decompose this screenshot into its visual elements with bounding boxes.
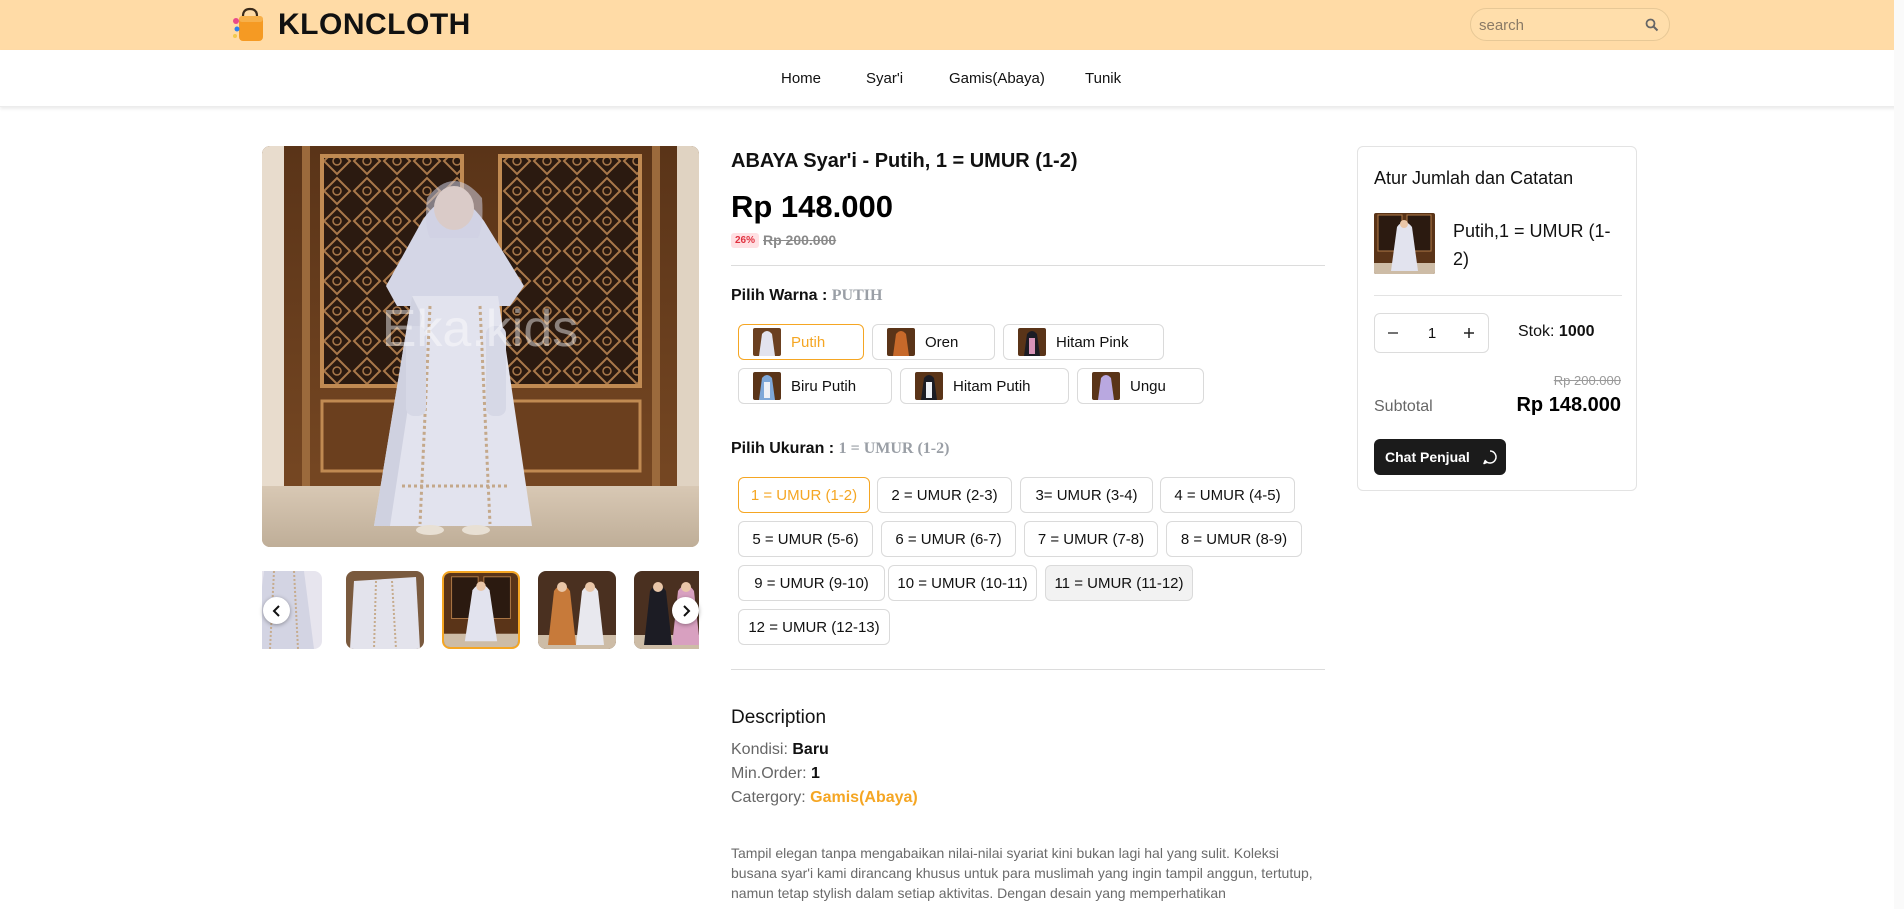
nav-gamis-abaya[interactable]: Gamis(Abaya)	[949, 70, 1045, 87]
condition-label: Kondisi:	[731, 741, 788, 758]
size-chip-7[interactable]: 7 = UMUR (7-8)	[1024, 521, 1158, 557]
brand-name: KLONCLOTH	[278, 8, 471, 41]
color-swatch-thumb	[753, 328, 781, 356]
size-chip-6[interactable]: 6 = UMUR (6-7)	[881, 521, 1016, 557]
nav-home[interactable]: Home	[781, 70, 821, 87]
size-chip-3[interactable]: 3= UMUR (3-4)	[1020, 477, 1153, 513]
discount-badge: 26%	[731, 233, 760, 248]
color-chip-label: Hitam Putih	[953, 377, 1031, 395]
shopping-bag-logo-icon	[232, 7, 268, 43]
color-swatch-thumb	[753, 372, 781, 400]
plus-icon	[1464, 328, 1474, 338]
size-chip-11[interactable]: 11 = UMUR (11-12)	[1045, 565, 1193, 601]
variant-thumbnail	[1374, 213, 1435, 274]
color-chip-biru-putih[interactable]: Biru Putih	[738, 368, 892, 404]
color-chip-ungu[interactable]: Ungu	[1077, 368, 1204, 404]
nav-tunik[interactable]: Tunik	[1085, 70, 1121, 87]
card-title: Atur Jumlah dan Catatan	[1374, 168, 1574, 188]
size-option-label: Pilih Ukuran : 1 = UMUR (1-2)	[731, 440, 949, 458]
decrease-quantity-button[interactable]	[1383, 323, 1403, 343]
search-icon[interactable]	[1645, 18, 1659, 32]
stock-info: Stok: 1000	[1518, 323, 1595, 341]
quantity-input[interactable]	[1411, 323, 1453, 343]
category-label: Catergory:	[731, 789, 806, 806]
divider	[731, 669, 1325, 670]
original-price: Rp 200.000	[763, 232, 837, 248]
size-chip-8[interactable]: 8 = UMUR (8-9)	[1166, 521, 1302, 557]
size-label-text: Pilih Ukuran :	[731, 440, 835, 457]
thumbnail-strip	[262, 570, 699, 650]
color-chip-oren[interactable]: Oren	[872, 324, 995, 360]
main-nav: Home Syar'i Gamis(Abaya) Tunik	[0, 50, 1904, 107]
card-original-price: Rp 200.000	[1553, 373, 1621, 388]
condition-row: Kondisi: Baru	[731, 741, 829, 759]
chat-bubble-icon	[1483, 450, 1497, 465]
brand-logo[interactable]: KLONCLOTH	[232, 5, 471, 45]
chat-button-label: Chat Penjual	[1385, 449, 1470, 465]
color-label-text: Pilih Warna :	[731, 287, 828, 304]
stock-label: Stok:	[1518, 323, 1555, 340]
increase-quantity-button[interactable]	[1459, 323, 1479, 343]
size-chip-9[interactable]: 9 = UMUR (9-10)	[738, 565, 885, 601]
variant-name: Putih,1 = UMUR (1-2)	[1453, 221, 1611, 269]
color-chip-hitam-pink[interactable]: Hitam Pink	[1003, 324, 1164, 360]
divider	[1374, 295, 1622, 296]
category-link[interactable]: Gamis(Abaya)	[810, 789, 918, 806]
category-row: Catergory: Gamis(Abaya)	[731, 789, 918, 807]
search-box	[1470, 8, 1670, 41]
size-chip-1[interactable]: 1 = UMUR (1-2)	[738, 477, 870, 513]
color-swatch-thumb	[887, 328, 915, 356]
size-chip-5[interactable]: 5 = UMUR (5-6)	[738, 521, 873, 557]
thumbnail-4[interactable]	[538, 571, 616, 649]
color-chip-putih[interactable]: Putih	[738, 324, 864, 360]
stock-value: 1000	[1558, 323, 1595, 340]
page-scrollbar[interactable]	[1894, 0, 1904, 909]
chevron-left-icon	[272, 604, 280, 617]
product-price: Rp 148.000	[731, 189, 893, 224]
color-chip-label: Oren	[925, 333, 959, 351]
nav-syari[interactable]: Syar'i	[866, 70, 903, 87]
divider	[731, 265, 1325, 266]
color-swatch-thumb	[1092, 372, 1120, 400]
color-chip-hitam-putih[interactable]: Hitam Putih	[900, 368, 1069, 404]
color-chip-label: Hitam Pink	[1056, 333, 1129, 351]
thumbnail-3[interactable]	[442, 571, 520, 649]
min-order-row: Min.Order: 1	[731, 765, 820, 783]
main-product-photo: Eka.kids	[262, 146, 699, 547]
thumbnail-2[interactable]	[346, 571, 424, 649]
subtotal-value: Rp 148.000	[1516, 394, 1621, 416]
minus-icon	[1388, 332, 1398, 334]
color-swatch-thumb	[1018, 328, 1046, 356]
subtotal-label: Subtotal	[1374, 398, 1433, 415]
color-chip-label: Ungu	[1130, 377, 1166, 395]
size-chip-2[interactable]: 2 = UMUR (2-3)	[877, 477, 1012, 513]
top-header: KLONCLOTH	[0, 0, 1904, 50]
min-order-value: 1	[811, 765, 820, 782]
gallery-prev-button[interactable]	[263, 597, 290, 624]
search-input[interactable]	[1479, 15, 1639, 35]
photo-watermark: Eka.kids	[382, 300, 579, 358]
purchase-card: Atur Jumlah dan Catatan Putih,1 = UMUR (…	[1357, 146, 1637, 491]
chevron-right-icon	[682, 604, 690, 617]
condition-value: Baru	[792, 741, 829, 758]
size-chip-10[interactable]: 10 = UMUR (10-11)	[888, 565, 1037, 601]
color-chip-label: Putih	[791, 333, 826, 351]
product-title: ABAYA Syar'i - Putih, 1 = UMUR (1-2)	[731, 150, 1078, 172]
chat-seller-button[interactable]: Chat Penjual	[1374, 439, 1506, 475]
color-option-label: Pilih Warna : PUTIH	[731, 287, 882, 305]
description-body: Tampil elegan tanpa mengabaikan nilai-ni…	[731, 845, 1313, 901]
size-chip-12[interactable]: 12 = UMUR (12-13)	[738, 609, 890, 645]
selected-color: PUTIH	[831, 287, 883, 304]
size-chip-4[interactable]: 4 = UMUR (4-5)	[1160, 477, 1295, 513]
min-order-label: Min.Order:	[731, 765, 807, 782]
quantity-stepper	[1374, 313, 1489, 353]
color-chip-label: Biru Putih	[791, 377, 857, 395]
gallery-next-button[interactable]	[672, 597, 699, 624]
color-swatch-thumb	[915, 372, 943, 400]
selected-size: 1 = UMUR (1-2)	[838, 440, 950, 457]
description-heading: Description	[731, 707, 827, 728]
